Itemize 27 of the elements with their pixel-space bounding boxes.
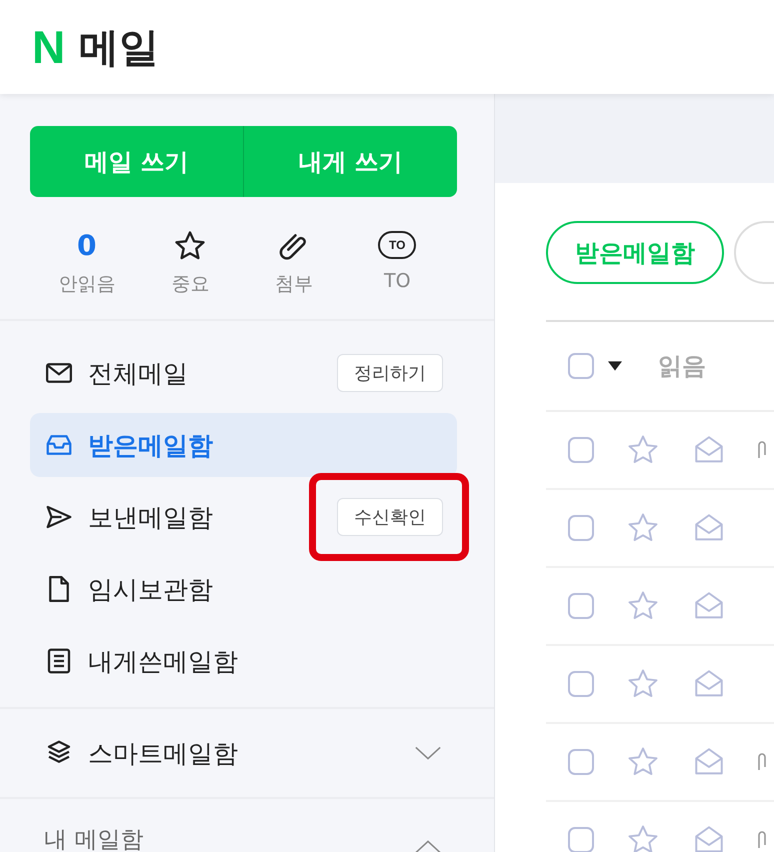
folder-item[interactable]: 임시보관함	[30, 557, 457, 621]
row-checkbox[interactable]	[568, 749, 594, 775]
chevron-icon	[414, 839, 442, 852]
row-checkbox[interactable]	[568, 515, 594, 541]
row-checkbox[interactable]	[568, 593, 594, 619]
smart-mailbox-item[interactable]: 스마트메일함	[0, 709, 494, 799]
select-all-checkbox[interactable]	[568, 353, 594, 379]
folder-action-button[interactable]: 정리하기	[337, 354, 443, 392]
chevron-icon	[414, 745, 442, 761]
filter-label: 중요	[171, 272, 210, 297]
folder-action-button[interactable]: 수신확인	[337, 498, 443, 536]
filter-label: TO	[384, 270, 411, 292]
folder-item[interactable]: 전체메일 정리하기	[30, 341, 457, 405]
to-icon[interactable]: TO	[378, 231, 416, 259]
filter-label: 안읽음	[58, 272, 116, 297]
caret-icon[interactable]	[608, 361, 622, 371]
row-checkbox[interactable]	[568, 671, 594, 697]
folder-item[interactable]: 보낸메일함 수신확인	[30, 485, 457, 549]
my-mailbox-item[interactable]: 내 메일함	[0, 799, 494, 852]
row-checkbox[interactable]	[568, 827, 594, 852]
star-icon[interactable]	[626, 823, 660, 852]
app-title: 메일	[79, 24, 160, 72]
folder-item[interactable]: 받은메일함	[30, 413, 457, 477]
folder-item[interactable]: 내게쓴메일함	[30, 629, 457, 693]
unread-count[interactable]: 0	[77, 229, 96, 263]
row-checkbox[interactable]	[568, 437, 594, 463]
filter-label: 첨부	[274, 272, 313, 297]
